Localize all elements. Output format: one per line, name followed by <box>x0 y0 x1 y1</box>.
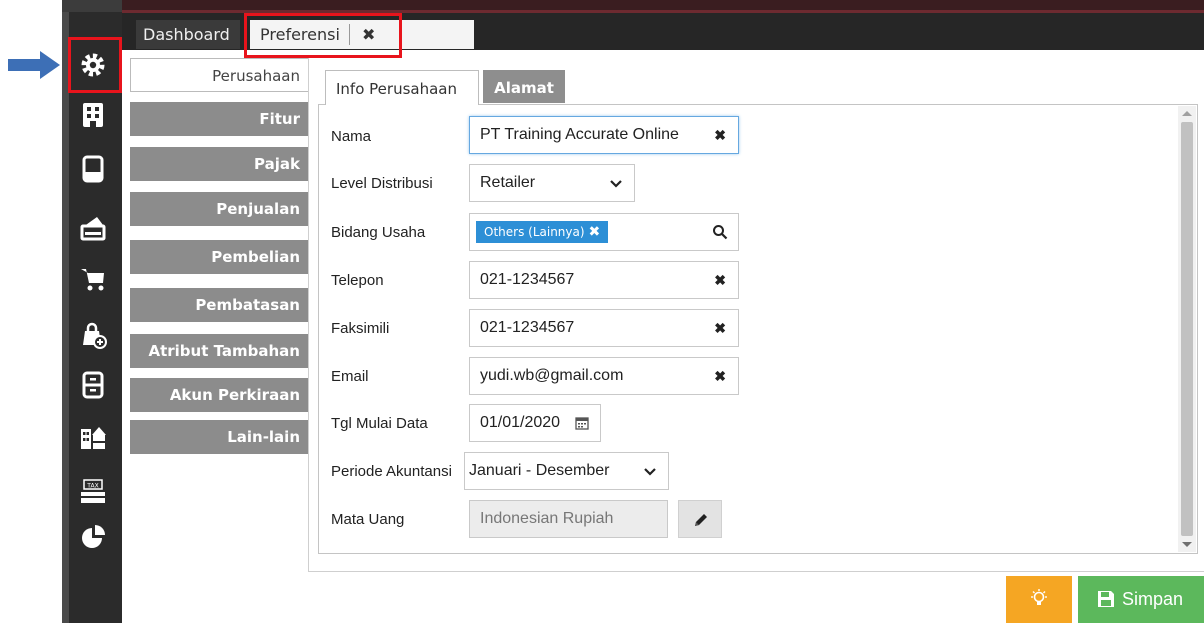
remove-tag-icon[interactable]: ✖ <box>589 224 601 240</box>
nav-item-atribut-tambahan[interactable]: Atribut Tambahan <box>130 334 308 368</box>
nav-item-penjualan[interactable]: Penjualan <box>130 192 308 226</box>
tab-dashboard-label: Dashboard <box>143 25 230 44</box>
nav-item-label: Perusahaan <box>212 67 300 85</box>
chevron-down-icon <box>610 180 622 188</box>
email-input[interactable]: yudi.wb@gmail.com ✖ <box>469 357 739 395</box>
sidebar-top <box>62 0 122 12</box>
nav-item-pembelian[interactable]: Pembelian <box>130 240 308 274</box>
telepon-value: 021-1234567 <box>480 271 575 288</box>
nav-item-label: Atribut Tambahan <box>148 342 300 360</box>
level-distribusi-select[interactable]: Retailer <box>469 164 635 202</box>
nav-item-fitur[interactable]: Fitur <box>130 102 308 136</box>
level-distribusi-value: Retailer <box>480 174 536 191</box>
nav-item-label: Fitur <box>259 110 300 128</box>
tax-icon[interactable]: TAX <box>76 474 110 508</box>
clear-faksimili-icon[interactable]: ✖ <box>714 310 726 346</box>
nav-item-akun-perkiraan[interactable]: Akun Perkiraan <box>130 378 308 412</box>
edit-currency-button[interactable] <box>678 500 722 538</box>
nav-item-pembatasan[interactable]: Pembatasan <box>130 288 308 322</box>
nama-value: PT Training Accurate Online <box>480 126 679 143</box>
pencil-icon <box>695 514 707 526</box>
nav-item-perusahaan[interactable]: Perusahaan <box>130 58 308 92</box>
svg-text:TAX: TAX <box>86 483 98 490</box>
faksimili-input[interactable]: 021-1234567 ✖ <box>469 309 739 347</box>
nav-item-label: Lain-lain <box>227 428 300 446</box>
lightbulb-icon <box>1031 589 1047 605</box>
tgl-mulai-data-value: 01/01/2020 <box>480 414 561 431</box>
floppy-disk-icon <box>1098 591 1114 607</box>
bidang-usaha-label: Bidang Usaha <box>331 224 426 241</box>
nav-item-label: Pajak <box>254 155 300 173</box>
tab-dashboard[interactable]: Dashboard <box>136 20 240 49</box>
subtab-alamat-label: Alamat <box>494 79 554 97</box>
bidang-usaha-tag-label: Others (Lainnya) <box>484 225 585 239</box>
periode-akuntansi-label: Periode Akuntansi <box>331 463 452 480</box>
nav-item-lain-lain[interactable]: Lain-lain <box>130 420 308 454</box>
telepon-input[interactable]: 021-1234567 ✖ <box>469 261 739 299</box>
report-pie-chart-icon[interactable] <box>76 520 110 554</box>
shopping-cart-icon[interactable] <box>76 262 110 296</box>
email-label: Email <box>331 368 369 385</box>
email-value: yudi.wb@gmail.com <box>480 367 624 384</box>
cash-wallet-icon[interactable] <box>76 210 110 244</box>
pointer-arrow-icon <box>8 51 60 79</box>
nav-item-label: Akun Perkiraan <box>169 386 300 404</box>
subtab-info-label: Info Perusahaan <box>336 80 457 98</box>
chevron-down-icon <box>644 468 656 476</box>
nav-item-label: Penjualan <box>216 200 300 218</box>
periode-akuntansi-select[interactable]: Januari - Desember <box>464 452 669 490</box>
save-button[interactable]: Simpan <box>1078 576 1204 623</box>
periode-akuntansi-value: Januari - Desember <box>469 462 610 479</box>
bidang-usaha-input[interactable]: Others (Lainnya) ✖ <box>469 213 739 251</box>
clear-email-icon[interactable]: ✖ <box>714 358 726 394</box>
nav-item-label: Pembelian <box>211 248 300 266</box>
tgl-mulai-data-label: Tgl Mulai Data <box>331 415 428 432</box>
app-root: Dashboard Preferensi ✖ TAX Perusahaan Fi… <box>0 0 1204 623</box>
faksimili-label: Faksimili <box>331 320 390 337</box>
scroll-down-icon[interactable] <box>1182 542 1192 547</box>
calendar-icon[interactable] <box>574 415 590 431</box>
tips-button[interactable] <box>1006 576 1072 623</box>
asset-property-icon[interactable] <box>76 420 110 454</box>
settings-highlight-box <box>68 37 122 93</box>
clear-telepon-icon[interactable]: ✖ <box>714 262 726 298</box>
nav-item-pajak[interactable]: Pajak <box>130 147 308 181</box>
bidang-usaha-tag: Others (Lainnya) ✖ <box>476 221 609 243</box>
icon-sidebar: TAX <box>62 0 122 623</box>
form-scrollbar[interactable] <box>1178 106 1196 552</box>
tgl-mulai-data-input[interactable]: 01/01/2020 <box>469 404 601 442</box>
mata-uang-label: Mata Uang <box>331 511 405 528</box>
sidebar-edge <box>62 0 69 623</box>
faksimili-value: 021-1234567 <box>480 319 575 336</box>
mata-uang-input: Indonesian Rupiah <box>469 500 668 538</box>
save-button-label: Simpan <box>1122 589 1184 609</box>
search-icon[interactable] <box>712 224 728 240</box>
level-distribusi-label: Level Distribusi <box>331 175 433 192</box>
scroll-up-icon[interactable] <box>1182 111 1192 116</box>
clear-nama-icon[interactable]: ✖ <box>714 117 726 153</box>
filing-cabinet-icon[interactable] <box>76 368 110 402</box>
ledger-book-icon[interactable] <box>76 152 110 186</box>
telepon-label: Telepon <box>331 272 384 289</box>
nama-label: Nama <box>331 128 372 145</box>
shopping-bag-add-icon[interactable] <box>76 318 110 352</box>
nav-item-label: Pembatasan <box>195 296 300 314</box>
tab-highlight-box <box>244 13 402 58</box>
scrollbar-thumb[interactable] <box>1181 122 1193 536</box>
subtab-info-perusahaan[interactable]: Info Perusahaan <box>325 70 479 105</box>
form-container <box>318 104 1198 554</box>
company-building-icon[interactable] <box>76 98 110 132</box>
subtab-alamat[interactable]: Alamat <box>483 70 565 103</box>
mata-uang-value: Indonesian Rupiah <box>480 510 614 527</box>
nama-input[interactable]: PT Training Accurate Online ✖ <box>469 116 739 154</box>
